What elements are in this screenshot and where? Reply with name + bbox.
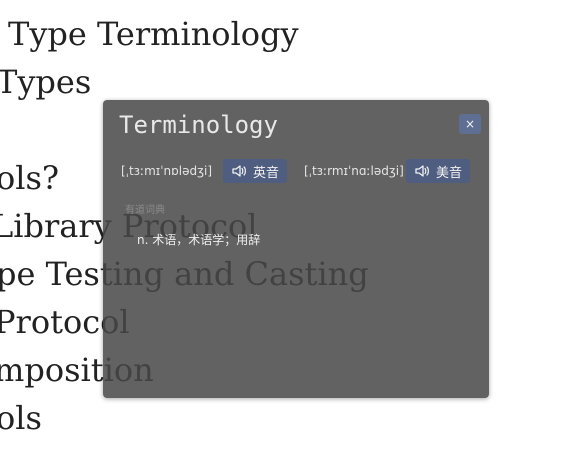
definition-text: n. 术语，术语学；用辞 bbox=[137, 233, 261, 247]
speaker-icon bbox=[415, 165, 429, 177]
speaker-icon bbox=[232, 165, 246, 177]
uk-pronunciation: [ˌtɜːmɪˈnɒlədʒi] 英音 bbox=[121, 159, 288, 183]
doc-line[interactable]: ols bbox=[0, 398, 42, 438]
doc-line[interactable]: ols? bbox=[0, 158, 59, 198]
us-pronunciation: [ˌtɜːrmɪˈnɑːlədʒi] 美音 bbox=[304, 159, 471, 183]
doc-line[interactable]: Types bbox=[0, 62, 91, 102]
us-audio-button[interactable]: 美音 bbox=[406, 159, 471, 183]
us-audio-label: 美音 bbox=[436, 165, 463, 181]
doc-line[interactable]: Type Terminology bbox=[8, 14, 299, 54]
popup-title: Terminology bbox=[119, 111, 278, 139]
dictionary-popup: Terminology × [ˌtɜːmɪˈnɒlədʒi] 英音 [ˌtɜːr… bbox=[103, 100, 489, 398]
uk-audio-button[interactable]: 英音 bbox=[223, 159, 288, 183]
dictionary-source: 有道词典 bbox=[125, 205, 165, 216]
close-button[interactable]: × bbox=[459, 114, 481, 134]
uk-audio-label: 英音 bbox=[253, 165, 280, 181]
us-phonetic: [ˌtɜːrmɪˈnɑːlədʒi] bbox=[304, 164, 404, 178]
uk-phonetic: [ˌtɜːmɪˈnɒlədʒi] bbox=[121, 164, 213, 178]
